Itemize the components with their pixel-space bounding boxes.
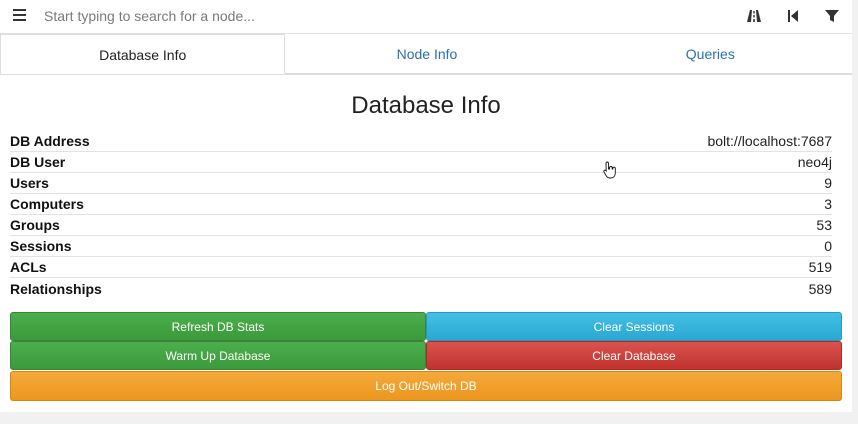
stat-label: ACLs bbox=[10, 259, 47, 275]
tab-queries[interactable]: Queries bbox=[568, 34, 852, 74]
stats-table: DB Address bolt://localhost:7687 DB User… bbox=[10, 131, 832, 299]
stat-value: 519 bbox=[808, 259, 832, 275]
tab-node-info[interactable]: Node Info bbox=[285, 34, 569, 74]
stat-row-groups: Groups 53 bbox=[10, 215, 832, 236]
side-panel: Database Info Node Info Queries Database… bbox=[0, 0, 852, 412]
filter-icon[interactable] bbox=[824, 8, 840, 24]
stat-row-db-address: DB Address bolt://localhost:7687 bbox=[10, 131, 832, 152]
pathfinding-road-icon[interactable] bbox=[746, 8, 762, 24]
refresh-db-stats-button[interactable]: Refresh DB Stats bbox=[10, 312, 426, 341]
warm-up-database-button[interactable]: Warm Up Database bbox=[10, 341, 426, 370]
search-bar bbox=[0, 0, 852, 34]
stat-value: 9 bbox=[824, 175, 832, 191]
menu-icon[interactable] bbox=[13, 9, 26, 21]
stat-row-db-user: DB User neo4j bbox=[10, 152, 832, 173]
stat-label: Computers bbox=[10, 196, 84, 212]
stat-label: Users bbox=[10, 175, 49, 191]
tab-bar: Database Info Node Info Queries bbox=[0, 34, 852, 75]
stat-row-computers: Computers 3 bbox=[10, 194, 832, 215]
tab-database-info[interactable]: Database Info bbox=[0, 34, 286, 74]
stat-label: Relationships bbox=[10, 280, 102, 297]
stat-row-sessions: Sessions 0 bbox=[10, 236, 832, 257]
stat-label: Sessions bbox=[10, 238, 72, 254]
stat-row-relationships: Relationships 589 bbox=[10, 278, 832, 299]
stat-label: DB Address bbox=[10, 133, 90, 149]
page-title: Database Info bbox=[351, 92, 501, 119]
stat-value: bolt://localhost:7687 bbox=[707, 133, 832, 149]
search-input[interactable] bbox=[44, 4, 704, 28]
stat-value: neo4j bbox=[797, 154, 832, 170]
stat-value: 53 bbox=[816, 217, 832, 233]
hand-cursor-icon bbox=[603, 161, 617, 179]
stat-value: 0 bbox=[824, 238, 832, 254]
clear-database-button[interactable]: Clear Database bbox=[426, 341, 842, 370]
stat-row-users: Users 9 bbox=[10, 173, 832, 194]
clear-sessions-button[interactable]: Clear Sessions bbox=[426, 312, 842, 341]
stat-label: Groups bbox=[10, 217, 60, 233]
stat-row-acls: ACLs 519 bbox=[10, 257, 832, 278]
stat-value: 589 bbox=[808, 280, 832, 297]
stat-value: 3 bbox=[824, 196, 832, 212]
back-icon[interactable] bbox=[785, 8, 801, 24]
logout-switch-db-button[interactable]: Log Out/Switch DB bbox=[10, 371, 842, 401]
stat-label: DB User bbox=[10, 154, 66, 170]
